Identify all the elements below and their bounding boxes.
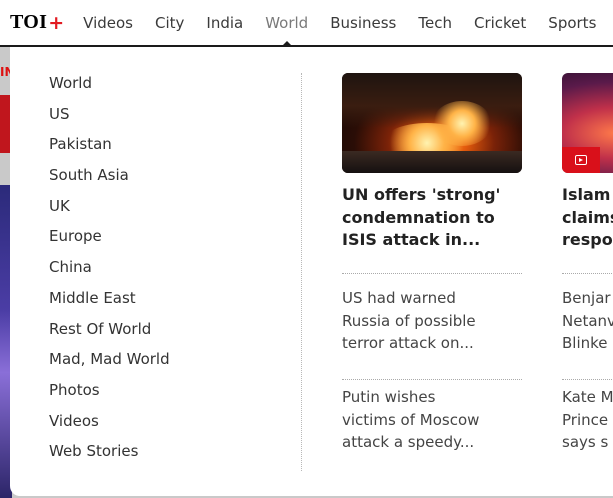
nav-item-india[interactable]: India <box>195 0 254 45</box>
play-icon <box>575 155 587 165</box>
nav-item-tech[interactable]: Tech <box>407 0 463 45</box>
story-line: terror attack on... <box>342 334 474 353</box>
nav-item-world[interactable]: World <box>254 0 319 47</box>
story-line: attack a speedy... <box>342 433 475 452</box>
story-separator <box>562 273 613 274</box>
headline-line: Islam <box>562 185 611 204</box>
submenu-item-middle-east[interactable]: Middle East <box>49 286 170 317</box>
active-caret-icon <box>280 41 293 47</box>
story-line: Benjar <box>562 289 611 307</box>
submenu-item-europe[interactable]: Europe <box>49 224 170 255</box>
nav-items: Videos City India World Business Tech Cr… <box>72 0 607 47</box>
background-red-banner <box>0 95 10 153</box>
thumbnail-ground <box>342 151 522 173</box>
logo-plus: + <box>48 11 65 34</box>
headline-line: condemnation to <box>342 207 495 227</box>
story-separator <box>342 273 522 274</box>
submenu-item-mad-mad-world[interactable]: Mad, Mad World <box>49 347 170 378</box>
background-breaking-label: IN <box>0 65 10 79</box>
headline-line: respo <box>562 230 613 249</box>
submenu-item-china[interactable]: China <box>49 255 170 286</box>
submenu-item-world[interactable]: World <box>49 71 170 102</box>
world-dropdown-menu: World US Pakistan South Asia UK Europe C… <box>10 47 613 496</box>
story-line: Blinke <box>562 334 608 353</box>
news-column-2: Islam claims respo Benjar Netanv Blinke … <box>562 73 613 454</box>
submenu-item-rest-of-world[interactable]: Rest Of World <box>49 317 170 348</box>
thumbnail-fire <box>432 101 492 146</box>
story-link[interactable]: US had warned Russia of possible terror … <box>342 287 522 355</box>
nav-item-cricket[interactable]: Cricket <box>463 0 537 45</box>
story-separator <box>342 379 522 380</box>
world-submenu: World US Pakistan South Asia UK Europe C… <box>49 71 170 470</box>
nav-item-business[interactable]: Business <box>319 0 407 45</box>
toi-plus-logo[interactable]: TOI + <box>10 11 64 34</box>
nav-item-city[interactable]: City <box>144 0 195 45</box>
story-line: Kate M <box>562 388 613 406</box>
submenu-item-south-asia[interactable]: South Asia <box>49 163 170 194</box>
story-line: Netanv <box>562 311 613 330</box>
story-link[interactable]: Kate M Prince says s <box>562 386 613 454</box>
lead-headline[interactable]: Islam claims respo <box>562 184 613 252</box>
menu-divider <box>301 73 302 471</box>
story-link[interactable]: Benjar Netanv Blinke <box>562 287 613 355</box>
top-nav: TOI + Videos City India World Business T… <box>0 0 613 47</box>
submenu-item-uk[interactable]: UK <box>49 194 170 225</box>
submenu-item-web-stories[interactable]: Web Stories <box>49 439 170 470</box>
news-column-1: UN offers 'strong' condemnation to ISIS … <box>342 73 522 454</box>
lead-story-thumbnail[interactable] <box>342 73 522 173</box>
story-separator <box>562 379 613 380</box>
story-link[interactable]: Putin wishes victims of Moscow attack a … <box>342 386 522 454</box>
story-line: Prince <box>562 410 609 429</box>
headline-line: UN offers 'strong' <box>342 185 501 204</box>
nav-item-videos[interactable]: Videos <box>72 0 144 45</box>
nav-item-sports[interactable]: Sports <box>537 0 607 45</box>
submenu-item-videos[interactable]: Videos <box>49 409 170 440</box>
logo-text: TOI <box>10 11 48 33</box>
submenu-item-pakistan[interactable]: Pakistan <box>49 132 170 163</box>
story-line: victims of Moscow <box>342 410 480 429</box>
lead-headline[interactable]: UN offers 'strong' condemnation to ISIS … <box>342 184 522 252</box>
nav-item-world-label: World <box>265 13 309 32</box>
story-line: Russia of possible <box>342 311 476 330</box>
submenu-item-photos[interactable]: Photos <box>49 378 170 409</box>
submenu-item-us[interactable]: US <box>49 102 170 133</box>
headline-line: ISIS attack in... <box>342 230 481 249</box>
story-line: Putin wishes <box>342 388 436 406</box>
story-line: says s <box>562 433 609 452</box>
headline-line: claims <box>562 207 613 227</box>
video-badge <box>562 147 600 173</box>
lead-story-thumbnail[interactable] <box>562 73 613 173</box>
story-line: US had warned <box>342 289 456 307</box>
